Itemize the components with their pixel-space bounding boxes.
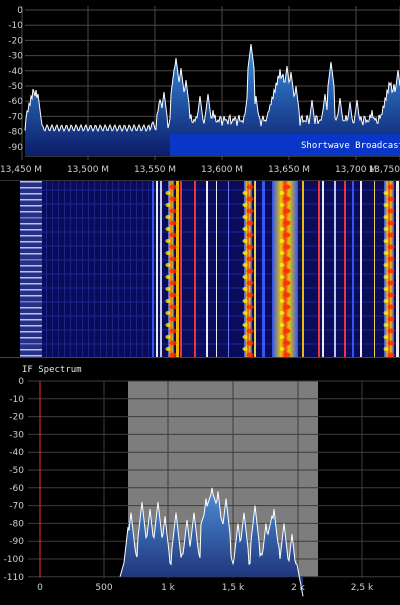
waterfall-display[interactable] — [0, 180, 400, 357]
if-db-tick-label: -30 — [9, 430, 24, 440]
if-db-tick-label: -70 — [9, 502, 24, 512]
rf-db-tick-label: -10 — [8, 21, 23, 31]
rf-db-labels: 0 -10 -20 -30 -40 -50 -60 -70 -80 -90 — [8, 6, 23, 153]
rf-freq-tick-label: 13,450 M — [0, 165, 42, 175]
rf-db-tick-label: -90 — [8, 143, 23, 153]
if-freq-tick-label: 1,5 k — [222, 583, 245, 593]
if-db-tick-label: -110 — [4, 573, 25, 583]
if-db-tick-label: -50 — [9, 466, 24, 476]
if-db-labels: 0 -10 -20 -30 -40 -50 -60 -70 -80 -90 -100 -110 — [4, 377, 25, 583]
rf-freq-tick-label: 13,650 M — [268, 165, 310, 175]
if-db-tick-label: 0 — [18, 377, 24, 387]
rf-spectrum-trace — [25, 44, 400, 131]
if-spectrum-chart[interactable]: IF Spectrum 0 -10 -20 -30 -40 -50 -60 -70 -80 -90… — [0, 358, 400, 601]
rf-freq-tick-label: 13,500 M — [67, 165, 109, 175]
if-freq-tick-label: 2 k — [291, 583, 306, 593]
if-spectrum-panel[interactable]: IF Spectrum 0 -10 -20 -30 -40 -50 -60 -70 -80 -90… — [0, 357, 400, 601]
if-freq-tick-label: 2,5 k — [351, 583, 374, 593]
if-freq-tick-label: 0 — [37, 583, 43, 593]
rf-freq-tick-label: 13,600 M — [201, 165, 243, 175]
rf-db-tick-label: -80 — [8, 128, 23, 138]
if-db-tick-label: -10 — [9, 395, 24, 405]
if-db-tick-label: -80 — [9, 519, 24, 529]
rf-spectrum-chart[interactable]: Shortwave Broadcast 0 -10 -20 -30 -40 -50 -60 -… — [0, 0, 400, 180]
if-freq-labels: 0 500 1 k 1,5 k 2 k 2,5 k — [37, 583, 374, 593]
if-db-tick-label: -20 — [9, 413, 24, 423]
rf-db-tick-label: -30 — [8, 52, 23, 62]
rf-freq-labels: 13,450 M 13,500 M 13,550 M 13,600 M 13,650 M… — [0, 165, 400, 175]
if-freq-tick-label: 500 — [95, 583, 112, 593]
rf-db-tick-label: -20 — [8, 36, 23, 46]
rf-db-tick-label: -40 — [8, 67, 23, 77]
waterfall-canvas — [0, 181, 400, 357]
if-spectrum-title: IF Spectrum — [22, 365, 82, 375]
rf-freq-tick-label: 13,550 M — [134, 165, 176, 175]
if-freq-tick-label: 1 k — [161, 583, 176, 593]
rf-db-tick-label: -70 — [8, 112, 23, 122]
rf-db-tick-label: -60 — [8, 97, 23, 107]
if-db-tick-label: -60 — [9, 484, 24, 494]
rf-db-tick-label: 0 — [17, 6, 23, 16]
rf-freq-tick-label: 13,750 — [369, 165, 400, 175]
if-db-tick-label: -40 — [9, 448, 24, 458]
if-db-tick-label: -100 — [4, 555, 25, 565]
band-label: Shortwave Broadcast — [301, 141, 400, 151]
if-db-tick-label: -90 — [9, 537, 24, 547]
rf-spectrum-panel[interactable]: Shortwave Broadcast 0 -10 -20 -30 -40 -50 -60 -… — [0, 0, 400, 180]
rf-db-tick-label: -50 — [8, 82, 23, 92]
